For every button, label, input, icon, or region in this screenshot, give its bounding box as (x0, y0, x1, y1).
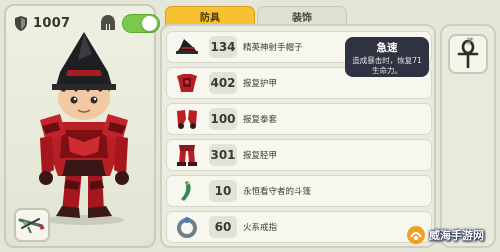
watermark-text: 威海手游网 (429, 229, 484, 242)
tooltip-line-2: 生命力。 (372, 66, 402, 75)
item-power: 10 (209, 180, 237, 202)
enchantment-tooltip: 急速 造成暴击时，恢复71 生命力。 (345, 37, 429, 77)
slot-tag: 茅 (466, 37, 474, 46)
weapon-slot[interactable] (14, 208, 50, 242)
tab-accessory[interactable]: 装饰 (257, 6, 347, 26)
equipment-row-greaves[interactable]: 301 报复胫甲 (166, 139, 432, 171)
tooltip-title: 急速 (376, 42, 398, 54)
equipment-row-gauntlets[interactable]: 100 报复拳套 (166, 103, 432, 135)
tab-bar: 防具 装饰 (165, 6, 355, 26)
item-power: 100 (209, 108, 237, 130)
item-name: 火系戒指 (243, 223, 278, 233)
chest-armor-icon (173, 70, 201, 96)
item-power: 60 (209, 216, 237, 238)
watermark: 威海手游网 (406, 222, 498, 248)
cloak-icon (173, 178, 201, 204)
item-name: 永恒看守者的斗篷 (243, 187, 312, 197)
watermark-logo-icon (407, 226, 425, 244)
tooltip-line-1: 造成暴击时，恢复71 (352, 56, 422, 65)
item-power: 134 (209, 36, 237, 58)
item-name: 报复胫甲 (243, 151, 278, 161)
character-panel: 1007 (4, 4, 160, 248)
item-power: 402 (209, 72, 237, 94)
gauntlet-icon (173, 106, 201, 132)
tab-armor[interactable]: 防具 (165, 6, 255, 26)
toggle-knob (142, 16, 157, 31)
ring-icon (173, 214, 201, 240)
power-value: 1007 (33, 15, 71, 31)
crossbow-icon (18, 218, 45, 234)
character-model (39, 32, 129, 225)
equipment-row-cloak[interactable]: 10 永恒看守者的斗篷 (166, 175, 432, 207)
item-name: 精英神射手帽子 (243, 43, 303, 53)
hat-icon (173, 34, 201, 60)
artifact-column: 茅 (440, 24, 496, 248)
item-name: 报复拳套 (243, 115, 278, 125)
item-power: 301 (209, 144, 237, 166)
equipment-row-ring[interactable]: 60 火系戒指 (166, 211, 432, 243)
item-name: 报复护甲 (243, 79, 278, 89)
greaves-icon (173, 142, 201, 168)
